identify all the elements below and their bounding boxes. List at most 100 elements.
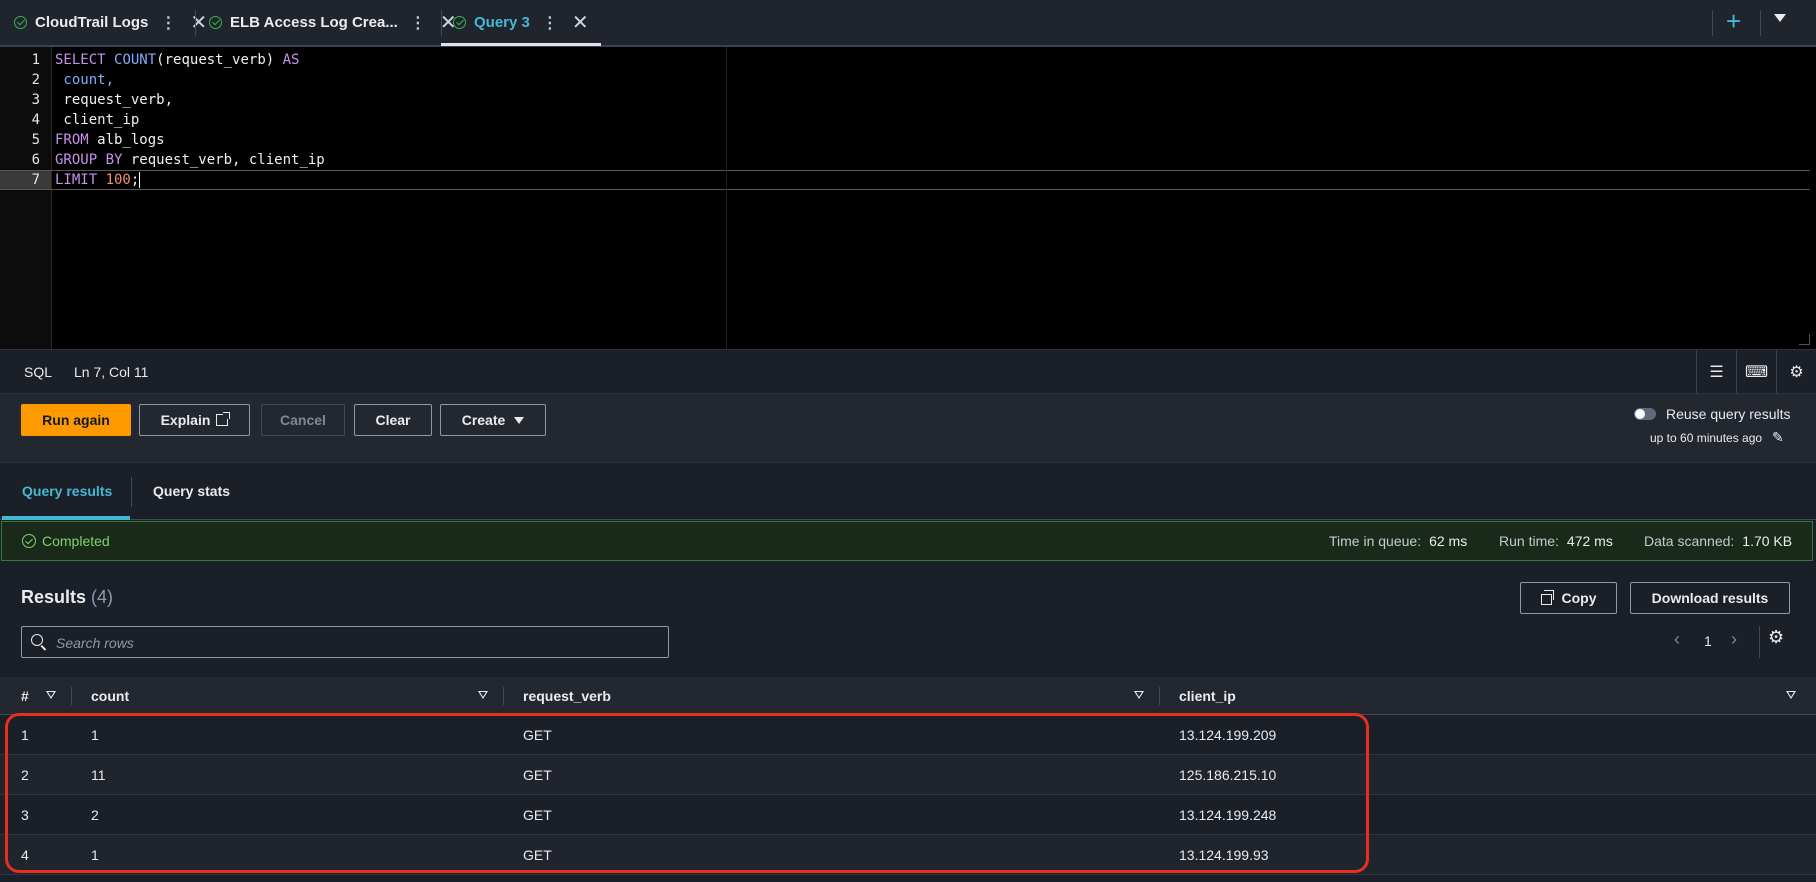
- sql-function: COUNT: [114, 52, 157, 68]
- sql-number: 100: [105, 172, 131, 188]
- code-line-3[interactable]: request_verb,: [55, 90, 173, 110]
- sql-editor[interactable]: 1 2 3 4 5 6 7 SELECT COUNT(request_verb)…: [0, 47, 1816, 349]
- tab-divider: [131, 477, 132, 507]
- code-line-1[interactable]: SELECT COUNT(request_verb) AS: [55, 50, 299, 70]
- tab-label: Query 3: [474, 14, 530, 31]
- active-tab-indicator: [2, 516, 130, 520]
- editor-settings-icon[interactable]: ⚙: [1776, 350, 1816, 393]
- copy-button[interactable]: Copy: [1520, 582, 1617, 614]
- code-line-7[interactable]: LIMIT 100;: [55, 170, 141, 190]
- explain-button[interactable]: Explain: [139, 404, 250, 436]
- pager-divider: [1759, 626, 1760, 658]
- close-icon[interactable]: ✕: [190, 10, 207, 35]
- cancel-button: Cancel: [261, 404, 345, 436]
- column-divider[interactable]: [503, 687, 504, 705]
- results-title: Results: [21, 587, 87, 607]
- search-rows-input[interactable]: [54, 627, 658, 659]
- format-indent-icon[interactable]: ☰: [1696, 350, 1736, 393]
- success-check-icon: [22, 534, 36, 548]
- query-actions-toolbar: Run again Explain Cancel Clear Create Re…: [0, 394, 1816, 462]
- active-line-highlight: [0, 170, 1810, 190]
- close-icon[interactable]: ✕: [572, 10, 589, 35]
- run-time-label: Run time:: [1499, 533, 1559, 549]
- kebab-menu-icon[interactable]: ⋮: [410, 13, 426, 33]
- tab-cloudtrail-logs[interactable]: CloudTrail Logs ⋮ ✕: [14, 0, 207, 45]
- copy-label: Copy: [1561, 590, 1597, 606]
- tab-divider: [441, 10, 442, 36]
- column-header-client-ip[interactable]: client_ip: [1179, 688, 1236, 704]
- column-filter-icon[interactable]: [1786, 691, 1796, 699]
- download-results-button[interactable]: Download results: [1630, 582, 1790, 614]
- sql-keyword: AS: [282, 52, 300, 68]
- tab-query-results[interactable]: Query results: [22, 483, 112, 499]
- column-filter-icon[interactable]: [1134, 691, 1144, 699]
- external-link-icon: [216, 412, 231, 426]
- tab-list-dropdown-icon[interactable]: [1774, 14, 1786, 22]
- tab-query-stats[interactable]: Query stats: [153, 483, 230, 499]
- reuse-results-toggle[interactable]: [1634, 408, 1656, 420]
- tab-divider: [1760, 10, 1761, 36]
- download-label: Download results: [1651, 590, 1769, 606]
- print-margin: [726, 47, 727, 349]
- create-label: Create: [461, 412, 506, 428]
- language-label: SQL: [24, 364, 53, 380]
- reuse-results-age: up to 60 minutes ago: [1650, 431, 1763, 445]
- add-tab-icon[interactable]: +: [1726, 6, 1741, 37]
- caret-down-icon: [514, 416, 525, 424]
- column-divider[interactable]: [71, 687, 72, 705]
- column-header-request-verb[interactable]: request_verb: [523, 688, 611, 704]
- cursor-position: Ln 7, Col 11: [74, 364, 149, 380]
- clear-button[interactable]: Clear: [354, 404, 432, 436]
- query-status-banner: Completed Time in queue: 62 ms Run time: 4…: [1, 521, 1813, 561]
- code-line-5[interactable]: FROM alb_logs: [55, 130, 165, 150]
- line-number: 7: [31, 172, 40, 188]
- tab-divider: [1712, 10, 1713, 36]
- explain-label: Explain: [160, 412, 211, 428]
- success-check-icon: [453, 16, 466, 29]
- line-number: 3: [31, 92, 40, 108]
- results-heading: Results (4): [21, 587, 113, 608]
- current-page[interactable]: 1: [1704, 633, 1712, 649]
- code-line-4[interactable]: client_ip: [55, 110, 139, 130]
- tab-elb-access-log[interactable]: ELB Access Log Crea... ⋮ ✕: [209, 0, 457, 45]
- keyboard-shortcuts-icon[interactable]: ⌨: [1736, 350, 1776, 393]
- time-in-queue-value: 62 ms: [1429, 533, 1468, 549]
- reuse-results-label: Reuse query results: [1666, 406, 1791, 422]
- next-page-icon[interactable]: ›: [1731, 629, 1737, 650]
- edit-pencil-icon[interactable]: ✎: [1772, 429, 1784, 446]
- time-in-queue: Time in queue: 62 ms: [1329, 533, 1467, 549]
- tab-query-3[interactable]: Query 3 ⋮ ✕: [441, 0, 601, 46]
- column-filter-icon[interactable]: [46, 691, 56, 699]
- code-line-6[interactable]: GROUP BY request_verb, client_ip: [55, 150, 325, 170]
- query-tab-bar: CloudTrail Logs ⋮ ✕ ELB Access Log Crea.…: [0, 0, 1816, 47]
- create-dropdown-button[interactable]: Create: [440, 404, 546, 436]
- data-scanned-value: 1.70 KB: [1742, 533, 1793, 549]
- search-icon: [31, 634, 43, 646]
- success-check-icon: [209, 16, 222, 29]
- column-header-index[interactable]: #: [21, 688, 29, 704]
- column-header-count[interactable]: count: [91, 688, 129, 704]
- sql-keyword: FROM: [55, 132, 89, 148]
- run-time-value: 472 ms: [1566, 533, 1613, 549]
- run-again-button[interactable]: Run again: [21, 404, 131, 436]
- sql-text: count,: [55, 72, 115, 88]
- previous-page-icon[interactable]: ‹: [1674, 629, 1680, 650]
- data-scanned-label: Data scanned:: [1644, 533, 1735, 549]
- text-cursor: [139, 172, 141, 188]
- status-completed: Completed: [22, 533, 110, 549]
- line-number: 1: [31, 52, 40, 68]
- run-again-label: Run again: [42, 412, 110, 428]
- code-line-2[interactable]: count,: [55, 70, 114, 90]
- results-count: (4): [91, 587, 114, 607]
- sql-text: alb_logs: [88, 132, 165, 148]
- success-check-icon: [14, 16, 27, 29]
- resize-handle-icon[interactable]: [1799, 334, 1810, 345]
- kebab-menu-icon[interactable]: ⋮: [160, 13, 176, 33]
- column-divider[interactable]: [1159, 687, 1160, 705]
- search-rows-field[interactable]: [21, 626, 669, 659]
- table-settings-icon[interactable]: ⚙: [1768, 627, 1784, 648]
- tab-label: ELB Access Log Crea...: [230, 14, 398, 31]
- column-filter-icon[interactable]: [478, 691, 488, 699]
- run-time: Run time: 472 ms: [1499, 533, 1613, 549]
- kebab-menu-icon[interactable]: ⋮: [542, 13, 558, 33]
